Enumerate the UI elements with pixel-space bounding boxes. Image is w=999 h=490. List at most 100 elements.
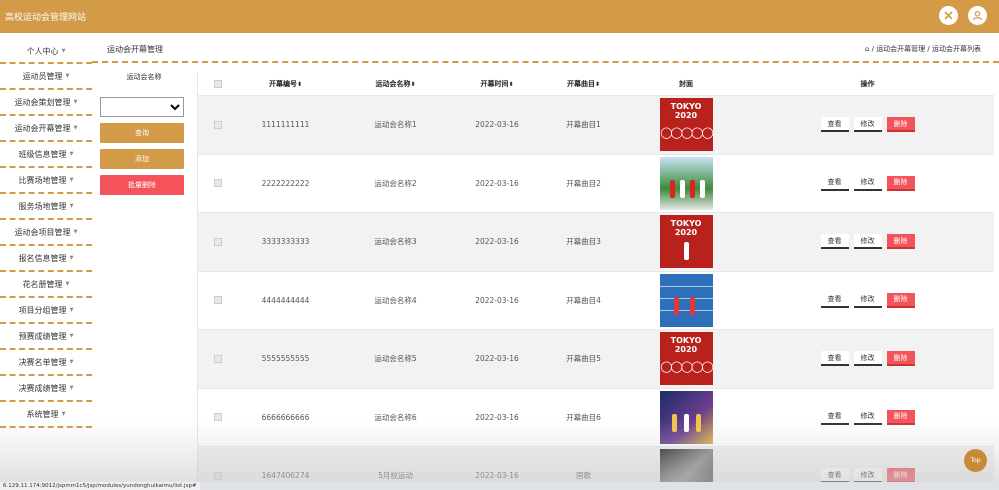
- delete-button[interactable]: 删除: [886, 468, 915, 484]
- sidebar-item-planning[interactable]: 运动会策划管理 ▼: [0, 90, 92, 116]
- filter-panel: 运动会名称 查询 添加 批量删除: [100, 72, 188, 195]
- col-header-no[interactable]: 开幕编号⬍: [238, 79, 333, 89]
- data-table: 开幕编号⬍ 运动会名称⬍ 开幕时间⬍ 开幕曲目⬍ 封面 操作 111111111…: [197, 72, 994, 490]
- sort-icon[interactable]: ⬍: [508, 81, 513, 88]
- sidebar-item-grouping[interactable]: 项目分组管理 ▼: [0, 298, 92, 324]
- close-icon[interactable]: [939, 6, 958, 25]
- edit-button[interactable]: 修改: [853, 409, 882, 425]
- chevron-down-icon: ▼: [61, 411, 66, 417]
- sidebar-item-label: 决赛成绩管理: [18, 383, 67, 393]
- sidebar-item-final-results[interactable]: 决赛成绩管理 ▼: [0, 376, 92, 402]
- delete-button[interactable]: 删除: [886, 175, 915, 191]
- row-checkbox[interactable]: [214, 413, 222, 422]
- sort-icon[interactable]: ⬍: [595, 81, 600, 88]
- view-button[interactable]: 查看: [820, 117, 849, 133]
- edit-button[interactable]: 修改: [853, 117, 882, 133]
- edit-button[interactable]: 修改: [853, 351, 882, 367]
- view-button[interactable]: 查看: [820, 175, 849, 191]
- cell-time: 2022-03-16: [475, 354, 519, 364]
- sidebar-item-prelim-results[interactable]: 预赛成绩管理 ▼: [0, 324, 92, 350]
- sidebar-item-label: 班级信息管理: [18, 149, 67, 159]
- sidebar-item-label: 运动员管理: [22, 71, 63, 81]
- back-to-top-button[interactable]: Top: [964, 449, 987, 472]
- cell-time: 2022-03-16: [475, 120, 519, 130]
- edit-button[interactable]: 修改: [853, 468, 882, 484]
- row-checkbox[interactable]: [214, 237, 222, 246]
- select-all-checkbox[interactable]: [214, 79, 222, 88]
- view-button[interactable]: 查看: [820, 351, 849, 367]
- sidebar-item-registration[interactable]: 报名信息管理 ▼: [0, 246, 92, 272]
- row-checkbox[interactable]: [214, 296, 222, 305]
- view-button[interactable]: 查看: [820, 234, 849, 250]
- sidebar-item-class-info[interactable]: 班级信息管理 ▼: [0, 142, 92, 168]
- row-checkbox[interactable]: [214, 120, 222, 129]
- breadcrumb-item[interactable]: 运动会开幕管理: [876, 45, 925, 53]
- edit-button[interactable]: 修改: [853, 292, 882, 308]
- breadcrumb-item: 运动会开幕列表: [932, 45, 981, 53]
- sidebar-item-label: 运动会策划管理: [14, 97, 71, 107]
- sidebar-item-personal-center[interactable]: 个人中心 ▼: [0, 40, 92, 64]
- search-button[interactable]: 查询: [100, 123, 184, 143]
- table-row: 1111111111 运动会名称1 2022-03-16 开幕曲目1 TOKYO…: [198, 95, 994, 154]
- chevron-down-icon: ▼: [73, 125, 78, 131]
- chevron-down-icon: ▼: [69, 359, 74, 365]
- home-icon[interactable]: ⌂: [865, 45, 869, 53]
- edit-button[interactable]: 修改: [853, 175, 882, 191]
- row-checkbox[interactable]: [214, 354, 222, 363]
- sidebar-item-service-venues[interactable]: 服务场地管理 ▼: [0, 194, 92, 220]
- view-button[interactable]: 查看: [820, 409, 849, 425]
- sidebar-item-roster[interactable]: 花名册管理 ▼: [0, 272, 92, 298]
- browser-status-bar: 6.129.11.174:9012/jspmm1c5/jsp/modules/y…: [0, 482, 999, 490]
- status-url: 6.129.11.174:9012/jspmm1c5/jsp/modules/y…: [0, 482, 200, 490]
- chevron-down-icon: ▼: [69, 177, 74, 183]
- table-header: 开幕编号⬍ 运动会名称⬍ 开幕时间⬍ 开幕曲目⬍ 封面 操作: [198, 72, 994, 95]
- chevron-down-icon: ▼: [61, 48, 66, 54]
- col-header-time[interactable]: 开幕时间⬍: [458, 79, 536, 89]
- delete-button[interactable]: 删除: [886, 234, 915, 250]
- sidebar-item-label: 系统管理: [26, 409, 59, 419]
- table-row: 6666666666 运动会名称6 2022-03-16 开幕曲目6 查看 修改删…: [198, 387, 994, 447]
- cell-song: 开幕曲目2: [566, 178, 601, 188]
- top-header: 高校运动会管理网站: [0, 0, 999, 33]
- cover-image: [659, 156, 713, 210]
- view-button[interactable]: 查看: [820, 292, 849, 308]
- cell-no: 1111111111: [261, 120, 310, 130]
- sidebar-item-events[interactable]: 运动会项目管理 ▼: [0, 220, 92, 246]
- sort-icon[interactable]: ⬍: [297, 81, 302, 88]
- sport-name-select[interactable]: [100, 97, 184, 117]
- cell-song: 开幕曲目3: [566, 237, 601, 247]
- delete-button[interactable]: 删除: [886, 117, 915, 133]
- chevron-down-icon: ▼: [69, 151, 74, 157]
- add-button[interactable]: 添加: [100, 149, 184, 169]
- cover-image: TOKYO 2020: [659, 215, 713, 269]
- delete-button[interactable]: 删除: [886, 292, 915, 308]
- cell-time: 2022-03-16: [475, 412, 519, 422]
- cell-name: 运动会名称6: [374, 412, 417, 422]
- row-checkbox[interactable]: [214, 471, 222, 480]
- cell-time: 2022-03-16: [475, 237, 519, 247]
- cell-time: 2022-03-16: [475, 471, 519, 481]
- cover-image: TOKYO 2020 ◯◯◯◯◯: [659, 98, 713, 152]
- table-row: 2222222222 运动会名称2 2022-03-16 开幕曲目2 查看 修改删…: [198, 153, 994, 213]
- col-header-name[interactable]: 运动会名称⬍: [333, 79, 458, 89]
- sort-icon[interactable]: ⬍: [410, 81, 415, 88]
- sidebar-item-athletes[interactable]: 运动员管理 ▼: [0, 64, 92, 90]
- view-button[interactable]: 查看: [820, 468, 849, 484]
- sidebar-item-final-list[interactable]: 决赛名单管理 ▼: [0, 350, 92, 376]
- edit-button[interactable]: 修改: [853, 234, 882, 250]
- delete-button[interactable]: 删除: [886, 351, 915, 367]
- batch-delete-button[interactable]: 批量删除: [100, 175, 184, 195]
- cell-name: 5月校运动: [378, 471, 413, 481]
- cell-name: 运动会名称5: [374, 354, 417, 364]
- sidebar-item-label: 服务场地管理: [18, 201, 67, 211]
- cell-name: 运动会名称4: [374, 295, 417, 305]
- sidebar-item-opening[interactable]: 运动会开幕管理 ▼: [0, 116, 92, 142]
- user-icon[interactable]: [968, 6, 987, 25]
- row-checkbox[interactable]: [214, 179, 222, 188]
- col-header-song[interactable]: 开幕曲目⬍: [536, 79, 631, 89]
- table-row: 5555555555 运动会名称5 2022-03-16 开幕曲目5 TOKYO…: [198, 329, 994, 388]
- chevron-down-icon: ▼: [73, 229, 78, 235]
- sidebar-item-venues[interactable]: 比赛场地管理 ▼: [0, 168, 92, 194]
- sidebar-item-system[interactable]: 系统管理 ▼: [0, 402, 92, 428]
- delete-button[interactable]: 删除: [886, 409, 915, 425]
